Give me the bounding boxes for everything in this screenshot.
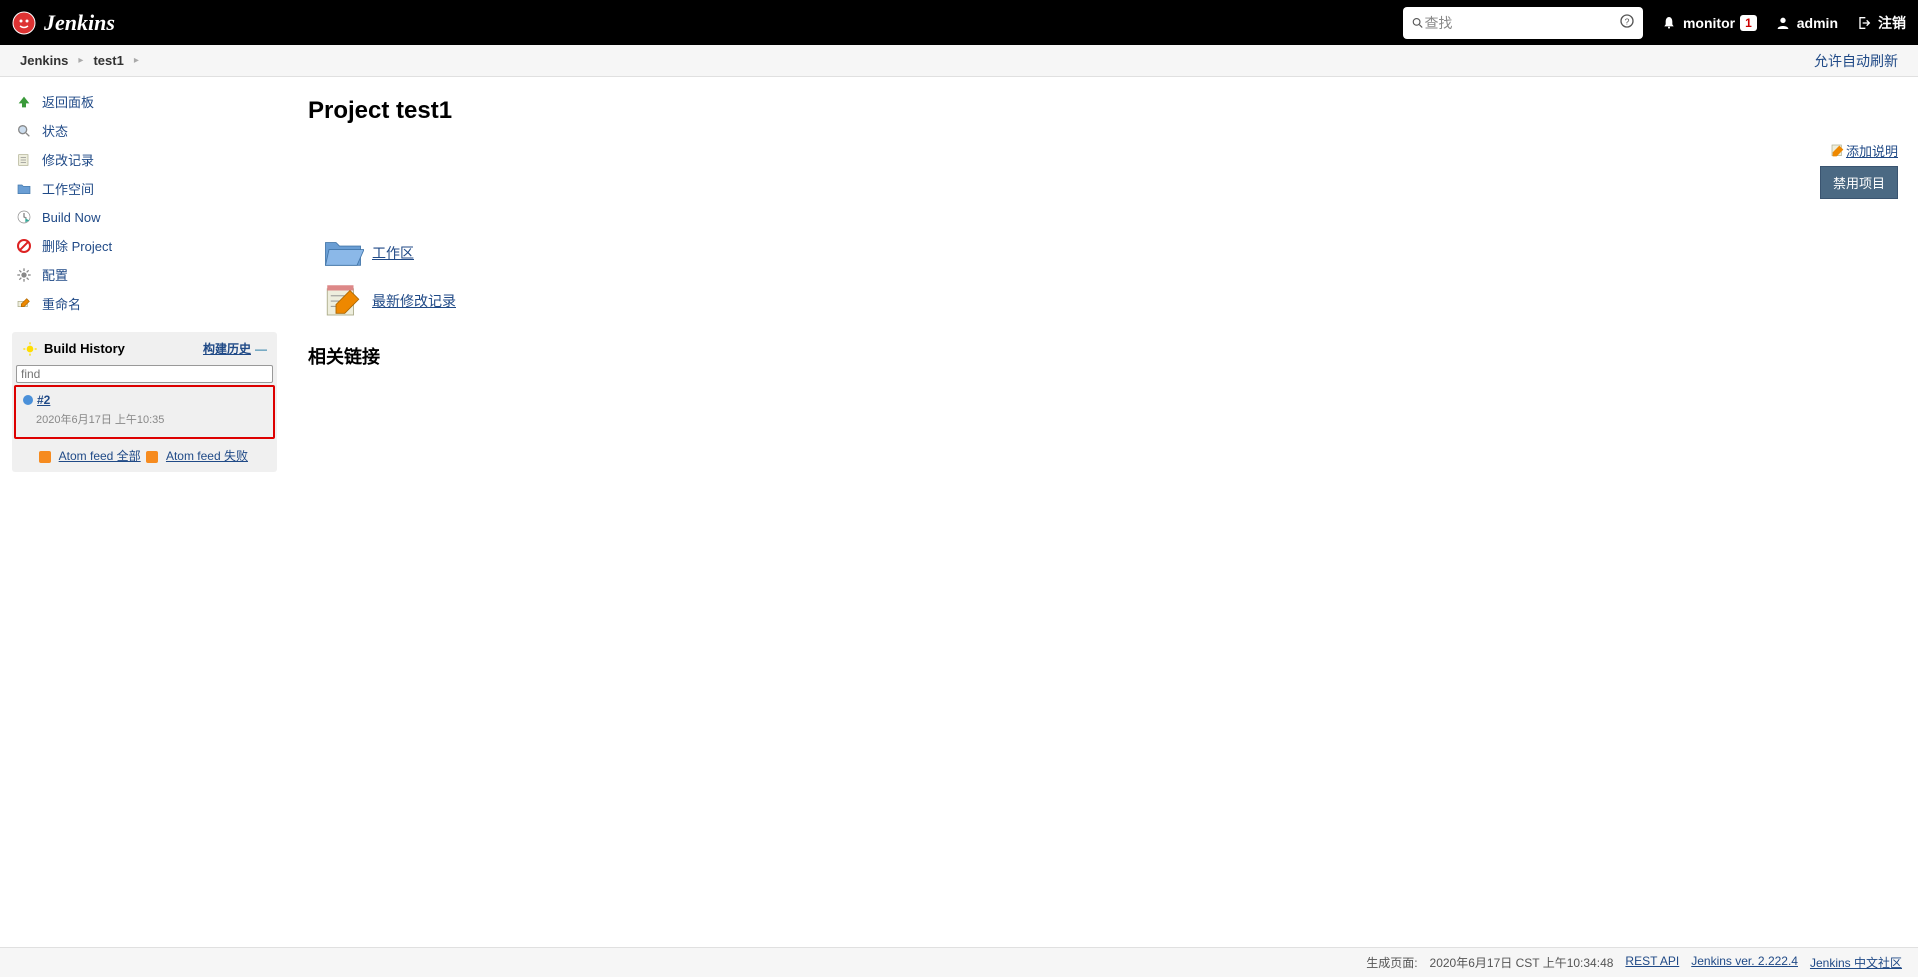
logo-area[interactable]: Jenkins bbox=[12, 10, 115, 36]
folder-icon bbox=[12, 180, 36, 198]
logout-icon bbox=[1856, 15, 1872, 31]
task-rename[interactable]: 重命名 bbox=[12, 289, 278, 318]
sidebar: 返回面板 状态 修改记录 工作空间 Build Now 删除 Project 配… bbox=[0, 77, 278, 472]
user-link[interactable]: admin bbox=[1775, 15, 1838, 31]
search-box[interactable]: ? bbox=[1403, 7, 1643, 39]
build-history-title: Build History bbox=[44, 341, 125, 356]
build-date: 2020年6月17日 上午10:35 bbox=[36, 411, 267, 427]
task-label: 修改记录 bbox=[42, 150, 94, 169]
page-title: Project test1 bbox=[308, 97, 1898, 125]
up-arrow-icon bbox=[12, 93, 36, 111]
rename-icon bbox=[12, 295, 36, 313]
breadcrumb-project[interactable]: test1 bbox=[93, 53, 123, 68]
search-input[interactable] bbox=[1424, 15, 1613, 31]
task-configure[interactable]: 配置 bbox=[12, 260, 278, 289]
build-row[interactable]: #2 2020年6月17日 上午10:35 bbox=[18, 391, 271, 429]
jenkins-logo-icon bbox=[12, 11, 36, 35]
footer-gen-prefix: 生成页面: bbox=[1366, 954, 1417, 971]
add-description-label: 添加说明 bbox=[1846, 141, 1898, 160]
disable-project-button[interactable]: 禁用项目 bbox=[1820, 166, 1898, 199]
task-label: 重命名 bbox=[42, 294, 81, 313]
workspace-big-link[interactable]: 工作区 bbox=[308, 229, 1898, 277]
monitor-link[interactable]: monitor 1 bbox=[1661, 15, 1757, 31]
auto-refresh-link[interactable]: 允许自动刷新 bbox=[1814, 51, 1898, 71]
feed-fail-link[interactable]: Atom feed 失败 bbox=[166, 449, 248, 463]
logout-label: 注销 bbox=[1878, 13, 1906, 33]
breadcrumbs: Jenkins ▸ test1 ▸ 允许自动刷新 bbox=[0, 45, 1918, 77]
collapse-icon[interactable]: — bbox=[255, 342, 267, 356]
task-label: 返回面板 bbox=[42, 92, 94, 111]
task-workspace[interactable]: 工作空间 bbox=[12, 174, 278, 203]
help-icon[interactable]: ? bbox=[1619, 13, 1635, 32]
task-label: 工作空间 bbox=[42, 179, 94, 198]
magnifier-icon bbox=[12, 122, 36, 140]
folder-open-icon bbox=[322, 235, 364, 271]
notepad-icon bbox=[12, 151, 36, 169]
monitor-label: monitor bbox=[1683, 15, 1735, 31]
footer-community-link[interactable]: Jenkins 中文社区 bbox=[1810, 954, 1902, 971]
main-panel: Project test1 添加说明 禁用项目 工作区 最新修改记录 bbox=[278, 77, 1918, 472]
logout-link[interactable]: 注销 bbox=[1856, 13, 1906, 33]
task-delete-project[interactable]: 删除 Project bbox=[12, 231, 278, 260]
task-back-to-dashboard[interactable]: 返回面板 bbox=[12, 87, 278, 116]
feed-all-link[interactable]: Atom feed 全部 bbox=[59, 449, 141, 463]
breadcrumb-jenkins[interactable]: Jenkins bbox=[20, 53, 68, 68]
related-links-heading: 相关链接 bbox=[308, 343, 1898, 369]
task-status[interactable]: 状态 bbox=[12, 116, 278, 145]
page-footer: 生成页面: 2020年6月17日 CST 上午10:34:48 REST API… bbox=[0, 947, 1918, 977]
build-number-link[interactable]: #2 bbox=[37, 393, 50, 407]
workspace-link-label: 工作区 bbox=[372, 243, 414, 263]
gear-icon bbox=[12, 266, 36, 284]
footer-gen-time: 2020年6月17日 CST 上午10:34:48 bbox=[1430, 954, 1614, 971]
bell-icon bbox=[1661, 15, 1677, 31]
task-label: Build Now bbox=[42, 210, 101, 225]
chevron-right-icon: ▸ bbox=[134, 55, 139, 66]
monitor-badge: 1 bbox=[1740, 15, 1757, 31]
user-label: admin bbox=[1797, 15, 1838, 31]
task-label: 删除 Project bbox=[42, 236, 112, 255]
user-icon bbox=[1775, 15, 1791, 31]
sun-icon bbox=[22, 341, 38, 357]
build-status-ball-icon bbox=[22, 394, 34, 406]
find-input[interactable] bbox=[16, 365, 273, 383]
footer-rest-api-link[interactable]: REST API bbox=[1625, 954, 1679, 971]
build-history-feeds: Atom feed 全部 Atom feed 失败 bbox=[12, 439, 277, 472]
changes-link-label: 最新修改记录 bbox=[372, 291, 456, 311]
top-header: Jenkins ? monitor 1 admin 注销 bbox=[0, 0, 1918, 45]
build-history-builds-highlighted: #2 2020年6月17日 上午10:35 bbox=[14, 385, 275, 439]
prohibit-icon bbox=[12, 237, 36, 255]
chevron-right-icon: ▸ bbox=[78, 55, 83, 66]
clock-play-icon bbox=[12, 208, 36, 226]
search-icon bbox=[1411, 15, 1424, 31]
build-history-header: Build History 构建历史 — bbox=[12, 332, 277, 365]
app-name: Jenkins bbox=[44, 10, 115, 36]
build-history-panel: Build History 构建历史 — #2 2020年6月17日 上午10:… bbox=[12, 332, 277, 472]
task-label: 配置 bbox=[42, 265, 68, 284]
add-description-link[interactable]: 添加说明 bbox=[1830, 141, 1898, 160]
rss-icon bbox=[39, 451, 51, 463]
edit-icon bbox=[1830, 143, 1846, 159]
footer-version-link[interactable]: Jenkins ver. 2.222.4 bbox=[1691, 954, 1798, 971]
notepad-pencil-icon bbox=[322, 283, 364, 319]
svg-text:?: ? bbox=[1625, 16, 1630, 26]
task-label: 状态 bbox=[42, 121, 68, 140]
build-trend-link[interactable]: 构建历史 bbox=[203, 340, 251, 357]
task-build-now[interactable]: Build Now bbox=[12, 203, 278, 231]
changes-big-link[interactable]: 最新修改记录 bbox=[308, 277, 1898, 325]
rss-icon bbox=[146, 451, 158, 463]
task-changes[interactable]: 修改记录 bbox=[12, 145, 278, 174]
build-history-find bbox=[16, 365, 273, 383]
